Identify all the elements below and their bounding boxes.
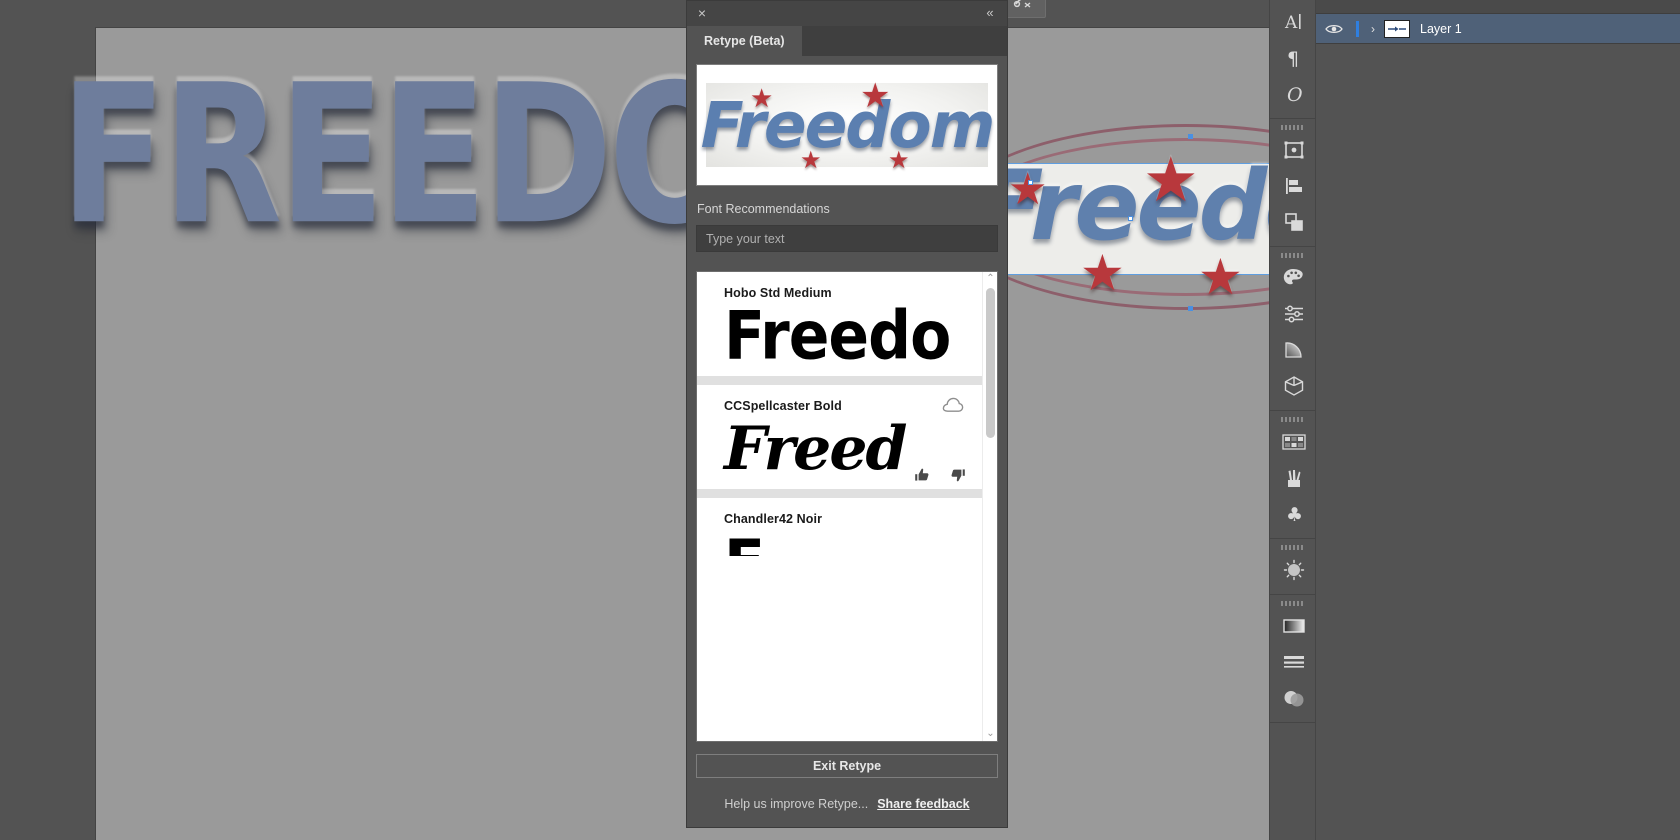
rating-controls: [914, 467, 966, 483]
font-recommendations-label: Font Recommendations: [697, 202, 830, 216]
list-item[interactable]: Chandler42 Noir F: [697, 498, 982, 556]
font-sample-text: Freedo: [724, 300, 951, 376]
anchor-point[interactable]: [1128, 216, 1133, 221]
search-input[interactable]: [696, 225, 998, 252]
dock-grip[interactable]: [1270, 599, 1315, 608]
feedback-text: Help us improve Retype...: [724, 797, 869, 811]
font-sample: F: [697, 526, 982, 556]
paragraph-panel-icon[interactable]: ¶: [1270, 40, 1317, 76]
svg-text:A: A: [1284, 13, 1298, 33]
dock-group: [1270, 539, 1315, 595]
font-sample: Freedo: [697, 300, 982, 376]
layer-name: Layer 1: [1420, 21, 1462, 36]
layers-panel-header: [1316, 0, 1680, 14]
preview-artwork: ★ ★ ★ ★ Freedom: [700, 77, 996, 174]
tab-retype-beta[interactable]: Retype (Beta): [687, 26, 802, 56]
gradient-panel-icon[interactable]: [1270, 332, 1317, 368]
anchor-point[interactable]: [1028, 180, 1033, 185]
chevron-right-icon[interactable]: ›: [1362, 22, 1384, 36]
transform-panel-icon[interactable]: [1270, 204, 1317, 240]
dock-grip[interactable]: [1270, 123, 1315, 132]
swatches-panel-icon[interactable]: [1270, 424, 1317, 460]
layer-thumbnail: [1384, 19, 1410, 38]
font-sample-text: Freed: [724, 414, 907, 484]
font-name: Hobo Std Medium: [724, 286, 832, 300]
feedback-row: Help us improve Retype... Share feedback: [696, 778, 998, 827]
svg-text:♣: ♣: [1286, 504, 1303, 525]
list-divider: [697, 376, 982, 385]
glyphs-panel-icon[interactable]: O: [1270, 76, 1317, 112]
svg-text:O: O: [1287, 84, 1303, 105]
symbols-panel-icon[interactable]: ♣: [1270, 496, 1317, 532]
scroll-up-chevron-icon[interactable]: ⌃: [983, 272, 997, 286]
retype-panel[interactable]: × « Retype (Beta) ★ ★ ★ ★ Freedom Font R…: [686, 0, 1008, 828]
dock-grip[interactable]: [1270, 415, 1315, 424]
list-item[interactable]: CCSpellcaster Bold Freed: [697, 385, 982, 489]
share-feedback-link[interactable]: Share feedback: [877, 797, 969, 811]
anchor-point[interactable]: [1188, 306, 1193, 311]
dock-group: A ¶ O: [1270, 0, 1315, 119]
font-name: CCSpellcaster Bold: [724, 399, 842, 413]
dock-grip[interactable]: [1270, 251, 1315, 260]
gradient-bar-panel-icon[interactable]: [1270, 608, 1317, 644]
dock-group: ♣: [1270, 411, 1315, 539]
panel-dock-toolbar[interactable]: A ¶ O ♣: [1269, 0, 1316, 840]
thumbs-up-icon[interactable]: [914, 467, 930, 483]
panel-body: ★ ★ ★ ★ Freedom Font Recommendations Hob…: [687, 56, 1007, 827]
dock-grip[interactable]: [1270, 543, 1315, 552]
layer-row-layer-1[interactable]: › Layer 1: [1316, 14, 1680, 44]
anchor-point[interactable]: [1188, 134, 1193, 139]
font-recommendations-list[interactable]: Hobo Std Medium Freedo CCSpellcaster Bol…: [696, 271, 998, 742]
list-divider: [697, 489, 982, 498]
illustrator-window: FREEDOM Freedom ★ ★ ★ ★ × « Retype: [0, 0, 1680, 840]
eye-icon[interactable]: [1316, 23, 1352, 35]
dock-group: [1270, 119, 1315, 247]
close-icon[interactable]: ×: [694, 5, 710, 21]
artboards-panel-icon[interactable]: [1270, 132, 1317, 168]
brushes-panel-icon[interactable]: [1270, 460, 1317, 496]
font-sample-text: F: [724, 532, 765, 556]
character-panel-icon[interactable]: A: [1270, 4, 1317, 40]
three-d-panel-icon[interactable]: [1270, 368, 1317, 404]
scroll-down-chevron-icon[interactable]: ⌄: [983, 727, 997, 741]
transparency-panel-icon[interactable]: [1270, 680, 1317, 716]
svg-text:¶: ¶: [1287, 48, 1299, 69]
pattern-options-panel-icon[interactable]: [1270, 552, 1317, 588]
font-list-scrollbar[interactable]: ⌃ ⌄: [982, 272, 997, 741]
panel-tabstrip: Retype (Beta): [687, 26, 1007, 56]
dock-group: [1270, 595, 1315, 723]
layers-panel-body: [1316, 44, 1680, 840]
list-item[interactable]: Hobo Std Medium Freedo: [697, 272, 982, 376]
cloud-download-icon[interactable]: [942, 397, 964, 413]
retype-tool-icon: [1013, 0, 1031, 8]
preview-star-icon: ★: [888, 147, 910, 174]
dock-group: [1270, 247, 1315, 411]
color-guide-panel-icon[interactable]: [1270, 296, 1317, 332]
font-name: Chandler42 Noir: [724, 512, 823, 526]
preview-star-icon: ★: [750, 83, 774, 113]
align-panel-icon[interactable]: [1270, 168, 1317, 204]
layer-selection-indicator: [1352, 20, 1362, 37]
artwork-preview[interactable]: ★ ★ ★ ★ Freedom: [696, 64, 998, 186]
artwork-word: FREEDOM: [60, 44, 892, 268]
double-chevron-left-icon[interactable]: «: [981, 5, 999, 21]
preview-star-icon: ★: [800, 147, 822, 174]
stroke-panel-icon[interactable]: [1270, 644, 1317, 680]
exit-retype-button[interactable]: Exit Retype: [696, 754, 998, 778]
artwork-freedom-text[interactable]: FREEDOM: [60, 60, 892, 290]
color-panel-icon[interactable]: [1270, 260, 1317, 296]
panel-footer: Exit Retype Help us improve Retype... Sh…: [687, 742, 1007, 827]
preview-word: Freedom: [700, 88, 996, 162]
layers-panel[interactable]: › Layer 1: [1316, 0, 1680, 840]
thumbs-down-icon[interactable]: [950, 467, 966, 483]
scrollbar-thumb[interactable]: [986, 288, 995, 438]
panel-titlebar: × «: [687, 1, 1007, 26]
preview-star-icon: ★: [860, 77, 891, 115]
font-list-scroll-viewport: Hobo Std Medium Freedo CCSpellcaster Bol…: [697, 272, 982, 741]
